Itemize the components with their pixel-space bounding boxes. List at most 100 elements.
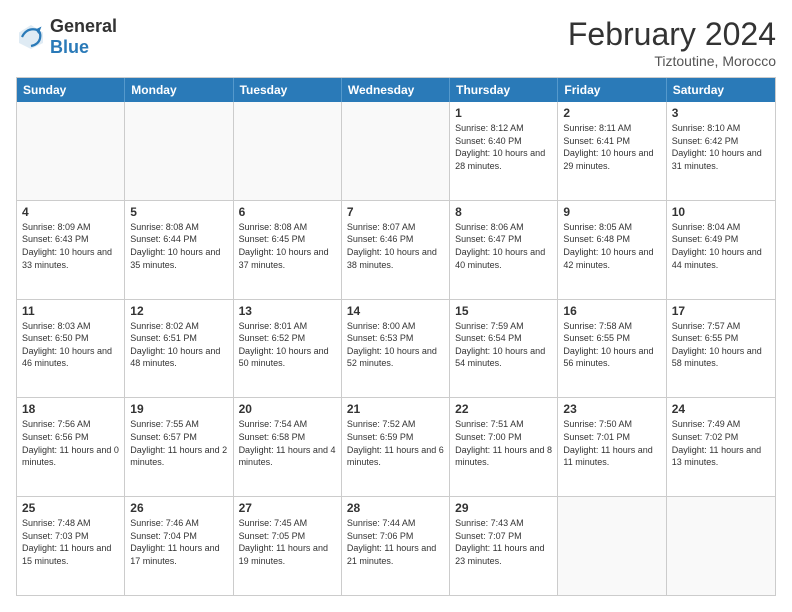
day-cell-2: 2Sunrise: 8:11 AM Sunset: 6:41 PM Daylig… <box>558 102 666 200</box>
day-info: Sunrise: 7:45 AM Sunset: 7:05 PM Dayligh… <box>239 517 336 567</box>
day-info: Sunrise: 7:55 AM Sunset: 6:57 PM Dayligh… <box>130 418 227 468</box>
day-number: 27 <box>239 501 336 515</box>
day-info: Sunrise: 7:46 AM Sunset: 7:04 PM Dayligh… <box>130 517 227 567</box>
day-number: 12 <box>130 304 227 318</box>
day-number: 8 <box>455 205 552 219</box>
day-info: Sunrise: 7:49 AM Sunset: 7:02 PM Dayligh… <box>672 418 770 468</box>
day-cell-4: 4 Sunrise: 8:09 AM Sunset: 6:43 PM Daylig… <box>17 201 125 299</box>
title-section: February 2024 Tiztoutine, Morocco <box>568 16 776 69</box>
day-cell-26: 26 Sunrise: 7:46 AM Sunset: 7:04 PM Dayli… <box>125 497 233 595</box>
day-cell-empty <box>17 102 125 200</box>
location: Tiztoutine, Morocco <box>568 53 776 69</box>
day-info: Sunrise: 7:57 AM Sunset: 6:55 PM Dayligh… <box>672 320 770 370</box>
day-cell-empty <box>667 497 775 595</box>
day-cell-3: 3Sunrise: 8:10 AM Sunset: 6:42 PM Daylig… <box>667 102 775 200</box>
day-number: 2 <box>563 106 660 120</box>
day-cell-22: 22 Sunrise: 7:51 AM Sunset: 7:00 PM Dayli… <box>450 398 558 496</box>
day-cell-15: 15 Sunrise: 7:59 AM Sunset: 6:54 PM Dayli… <box>450 300 558 398</box>
month-title: February 2024 <box>568 16 776 53</box>
day-info: Sunrise: 8:01 AM Sunset: 6:52 PM Dayligh… <box>239 320 336 370</box>
header-day-sunday: Sunday <box>17 78 125 102</box>
day-info: Sunrise: 8:08 AM Sunset: 6:44 PM Dayligh… <box>130 221 227 271</box>
day-number: 21 <box>347 402 444 416</box>
header-day-monday: Monday <box>125 78 233 102</box>
day-info: Sunrise: 7:50 AM Sunset: 7:01 PM Dayligh… <box>563 418 660 468</box>
day-number: 28 <box>347 501 444 515</box>
week-row-5: 25 Sunrise: 7:48 AM Sunset: 7:03 PM Dayli… <box>17 497 775 595</box>
logo-icon <box>16 22 46 52</box>
day-info: Sunrise: 8:08 AM Sunset: 6:45 PM Dayligh… <box>239 221 336 271</box>
header-day-saturday: Saturday <box>667 78 775 102</box>
week-row-2: 4 Sunrise: 8:09 AM Sunset: 6:43 PM Daylig… <box>17 201 775 300</box>
calendar-page: General Blue February 2024 Tiztoutine, M… <box>0 0 792 612</box>
day-number: 11 <box>22 304 119 318</box>
day-cell-18: 18 Sunrise: 7:56 AM Sunset: 6:56 PM Dayli… <box>17 398 125 496</box>
day-info: Sunrise: 8:02 AM Sunset: 6:51 PM Dayligh… <box>130 320 227 370</box>
day-info: Sunrise: 7:59 AM Sunset: 6:54 PM Dayligh… <box>455 320 552 370</box>
calendar: SundayMondayTuesdayWednesdayThursdayFrid… <box>16 77 776 596</box>
calendar-body: 1 Sunrise: 8:12 AM Sunset: 6:40 PM Daylig… <box>17 102 775 595</box>
day-cell-10: 10Sunrise: 8:04 AM Sunset: 6:49 PM Dayli… <box>667 201 775 299</box>
day-number: 15 <box>455 304 552 318</box>
day-cell-1: 1 Sunrise: 8:12 AM Sunset: 6:40 PM Daylig… <box>450 102 558 200</box>
day-number: 25 <box>22 501 119 515</box>
day-cell-28: 28 Sunrise: 7:44 AM Sunset: 7:06 PM Dayli… <box>342 497 450 595</box>
day-info: Sunrise: 8:09 AM Sunset: 6:43 PM Dayligh… <box>22 221 119 271</box>
day-info: Sunrise: 7:51 AM Sunset: 7:00 PM Dayligh… <box>455 418 552 468</box>
day-cell-7: 7Sunrise: 8:07 AM Sunset: 6:46 PM Daylig… <box>342 201 450 299</box>
day-number: 1 <box>455 106 552 120</box>
day-cell-27: 27 Sunrise: 7:45 AM Sunset: 7:05 PM Dayli… <box>234 497 342 595</box>
header-day-thursday: Thursday <box>450 78 558 102</box>
day-info: Sunrise: 7:52 AM Sunset: 6:59 PM Dayligh… <box>347 418 444 468</box>
day-cell-9: 9 Sunrise: 8:05 AM Sunset: 6:48 PM Daylig… <box>558 201 666 299</box>
day-cell-12: 12 Sunrise: 8:02 AM Sunset: 6:51 PM Dayli… <box>125 300 233 398</box>
day-cell-19: 19Sunrise: 7:55 AM Sunset: 6:57 PM Dayli… <box>125 398 233 496</box>
day-number: 26 <box>130 501 227 515</box>
day-number: 5 <box>130 205 227 219</box>
logo-blue: Blue <box>50 37 89 57</box>
day-cell-24: 24Sunrise: 7:49 AM Sunset: 7:02 PM Dayli… <box>667 398 775 496</box>
week-row-1: 1 Sunrise: 8:12 AM Sunset: 6:40 PM Daylig… <box>17 102 775 201</box>
day-cell-8: 8 Sunrise: 8:06 AM Sunset: 6:47 PM Daylig… <box>450 201 558 299</box>
day-cell-empty <box>234 102 342 200</box>
day-cell-5: 5 Sunrise: 8:08 AM Sunset: 6:44 PM Daylig… <box>125 201 233 299</box>
day-cell-16: 16Sunrise: 7:58 AM Sunset: 6:55 PM Dayli… <box>558 300 666 398</box>
day-cell-20: 20Sunrise: 7:54 AM Sunset: 6:58 PM Dayli… <box>234 398 342 496</box>
day-info: Sunrise: 8:03 AM Sunset: 6:50 PM Dayligh… <box>22 320 119 370</box>
day-info: Sunrise: 7:58 AM Sunset: 6:55 PM Dayligh… <box>563 320 660 370</box>
week-row-3: 11 Sunrise: 8:03 AM Sunset: 6:50 PM Dayli… <box>17 300 775 399</box>
day-number: 29 <box>455 501 552 515</box>
day-info: Sunrise: 8:05 AM Sunset: 6:48 PM Dayligh… <box>563 221 660 271</box>
logo-text: General Blue <box>50 16 117 58</box>
day-info: Sunrise: 7:54 AM Sunset: 6:58 PM Dayligh… <box>239 418 336 468</box>
day-cell-11: 11 Sunrise: 8:03 AM Sunset: 6:50 PM Dayli… <box>17 300 125 398</box>
day-number: 14 <box>347 304 444 318</box>
day-cell-6: 6Sunrise: 8:08 AM Sunset: 6:45 PM Daylig… <box>234 201 342 299</box>
day-info: Sunrise: 8:10 AM Sunset: 6:42 PM Dayligh… <box>672 122 770 172</box>
day-cell-empty <box>125 102 233 200</box>
day-number: 10 <box>672 205 770 219</box>
day-number: 9 <box>563 205 660 219</box>
header-day-wednesday: Wednesday <box>342 78 450 102</box>
header-day-friday: Friday <box>558 78 666 102</box>
logo-general: General <box>50 16 117 36</box>
day-cell-29: 29 Sunrise: 7:43 AM Sunset: 7:07 PM Dayli… <box>450 497 558 595</box>
day-number: 4 <box>22 205 119 219</box>
day-number: 17 <box>672 304 770 318</box>
header: General Blue February 2024 Tiztoutine, M… <box>16 16 776 69</box>
day-cell-25: 25 Sunrise: 7:48 AM Sunset: 7:03 PM Dayli… <box>17 497 125 595</box>
day-info: Sunrise: 8:06 AM Sunset: 6:47 PM Dayligh… <box>455 221 552 271</box>
day-number: 18 <box>22 402 119 416</box>
day-info: Sunrise: 7:44 AM Sunset: 7:06 PM Dayligh… <box>347 517 444 567</box>
day-cell-21: 21 Sunrise: 7:52 AM Sunset: 6:59 PM Dayli… <box>342 398 450 496</box>
day-info: Sunrise: 7:43 AM Sunset: 7:07 PM Dayligh… <box>455 517 552 567</box>
day-cell-empty <box>342 102 450 200</box>
day-number: 23 <box>563 402 660 416</box>
day-cell-13: 13Sunrise: 8:01 AM Sunset: 6:52 PM Dayli… <box>234 300 342 398</box>
day-info: Sunrise: 8:07 AM Sunset: 6:46 PM Dayligh… <box>347 221 444 271</box>
day-number: 22 <box>455 402 552 416</box>
day-cell-14: 14Sunrise: 8:00 AM Sunset: 6:53 PM Dayli… <box>342 300 450 398</box>
day-info: Sunrise: 8:12 AM Sunset: 6:40 PM Dayligh… <box>455 122 552 172</box>
day-info: Sunrise: 7:48 AM Sunset: 7:03 PM Dayligh… <box>22 517 119 567</box>
day-info: Sunrise: 7:56 AM Sunset: 6:56 PM Dayligh… <box>22 418 119 468</box>
